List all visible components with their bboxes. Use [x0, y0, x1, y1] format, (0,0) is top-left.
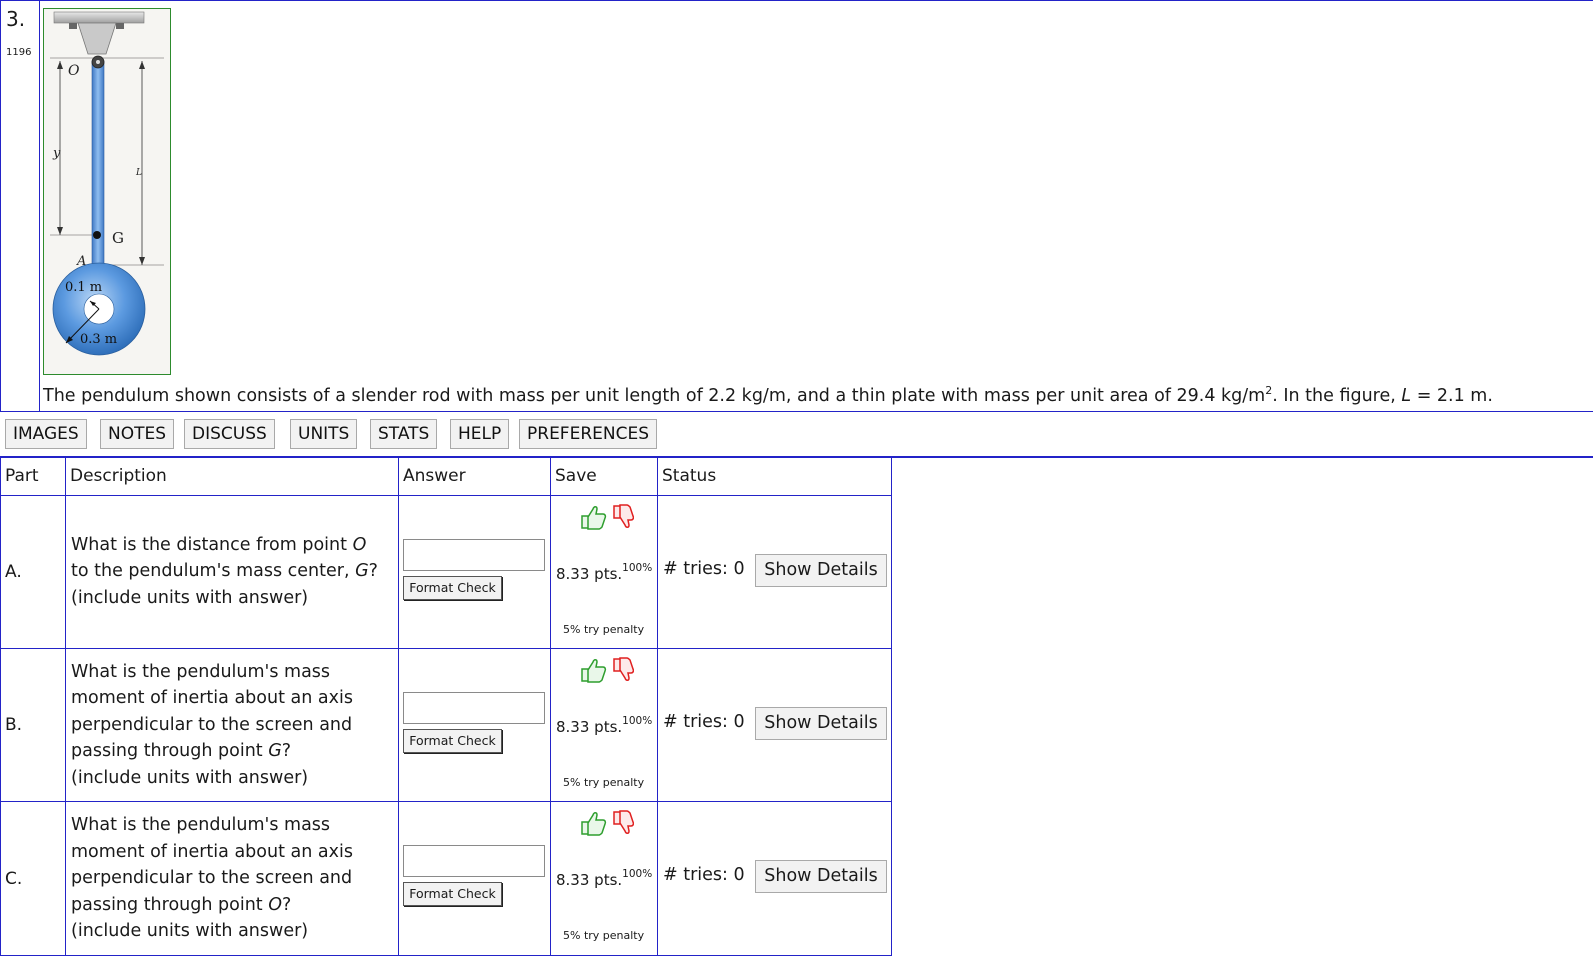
answer-cell: Format Check	[398, 801, 551, 956]
question-description: What is the pendulum's mass moment of in…	[65, 647, 399, 803]
format-check-button[interactable]: Format Check	[403, 728, 502, 753]
tries-count: # tries: 0	[663, 865, 745, 886]
problem-statement: The pendulum shown consists of a slender…	[43, 384, 1493, 406]
status-cell: # tries: 0 Show Details	[657, 647, 892, 803]
thumbs-feedback-icon[interactable]	[578, 502, 634, 532]
points-value: 8.33 pts.100%	[556, 561, 653, 583]
units-button[interactable]: UNITS	[290, 419, 358, 449]
table-row: A. What is the distance from point O to …	[0, 494, 892, 649]
part-label: A.	[0, 494, 66, 649]
answer-input[interactable]	[403, 845, 545, 878]
format-check-button[interactable]: Format Check	[403, 882, 502, 907]
question-table: Part Description Answer Save Status A. W…	[0, 457, 892, 956]
thumbs-down-icon	[613, 810, 634, 835]
thumbs-down-icon	[613, 656, 634, 681]
points-value: 8.33 pts.100%	[556, 714, 653, 736]
header-status: Status	[657, 457, 892, 496]
try-penalty: 5% try penalty	[563, 929, 645, 943]
stats-button[interactable]: STATS	[370, 419, 438, 449]
thumbs-down-icon	[613, 504, 634, 528]
answer-cell: Format Check	[398, 647, 551, 803]
help-button[interactable]: HELP	[450, 419, 510, 449]
pin-bracket	[77, 22, 117, 55]
label-A: A	[76, 254, 86, 269]
points-value: 8.33 pts.100%	[556, 868, 653, 890]
table-row: C. What is the pendulum's mass moment of…	[0, 801, 892, 956]
save-cell: 8.33 pts.100% 5% try penalty	[550, 494, 658, 649]
header-save: Save	[550, 457, 658, 496]
save-cell: 8.33 pts.100% 5% try penalty	[550, 801, 658, 956]
show-details-button[interactable]: Show Details	[755, 553, 887, 587]
problem-number-cell: 3. 1196	[0, 1, 40, 411]
images-button[interactable]: IMAGES	[5, 419, 87, 449]
label-L: L	[135, 168, 142, 178]
table-header-row: Part Description Answer Save Status	[0, 457, 892, 496]
label-y: y	[52, 146, 61, 161]
part-label: C.	[0, 801, 66, 956]
tries-count: # tries: 0	[663, 711, 745, 732]
discuss-button[interactable]: DISCUSS	[184, 419, 275, 449]
question-description: What is the pendulum's mass moment of in…	[65, 801, 399, 956]
mass-center-dot	[93, 231, 101, 239]
tries-count: # tries: 0	[663, 558, 745, 579]
try-penalty: 5% try penalty	[563, 775, 645, 789]
ceiling-support	[53, 11, 145, 24]
answer-cell: Format Check	[398, 494, 551, 649]
label-G: G	[112, 229, 124, 247]
problem-number: 3.	[6, 7, 26, 31]
thumbs-up-icon	[581, 505, 607, 530]
thumbs-up-icon	[581, 658, 607, 683]
show-details-button[interactable]: Show Details	[755, 706, 887, 740]
header-description: Description	[65, 457, 399, 496]
pendulum-diagram: O y L G A 0.1 m 0.3 m	[50, 11, 164, 356]
label-O: O	[68, 63, 80, 79]
thumbs-feedback-icon[interactable]	[578, 808, 634, 838]
answer-input[interactable]	[403, 691, 545, 724]
problem-toolbar: IMAGES NOTES DISCUSS UNITS STATS HELP PR…	[0, 411, 1593, 458]
pendulum-figure: O y L G A 0.1 m 0.3 m	[43, 8, 171, 375]
label-inner-radius: 0.1 m	[65, 280, 102, 295]
label-outer-radius: 0.3 m	[80, 332, 117, 347]
problem-block: 3. 1196 O y L G A 0.1 m 0.3 m The pendul…	[0, 0, 1593, 411]
header-answer: Answer	[398, 457, 551, 496]
format-check-button[interactable]: Format Check	[403, 575, 502, 600]
preferences-button[interactable]: PREFERENCES	[519, 419, 657, 449]
table-row: B. What is the pendulum's mass moment of…	[0, 647, 892, 803]
problem-id: 1196	[6, 47, 32, 58]
status-cell: # tries: 0 Show Details	[657, 801, 892, 956]
show-details-button[interactable]: Show Details	[755, 860, 887, 894]
thumbs-feedback-icon[interactable]	[578, 655, 634, 685]
thumbs-up-icon	[581, 812, 607, 837]
part-label: B.	[0, 647, 66, 803]
try-penalty: 5% try penalty	[563, 622, 645, 636]
question-description: What is the distance from point O to the…	[65, 494, 399, 649]
notes-button[interactable]: NOTES	[100, 419, 175, 449]
save-cell: 8.33 pts.100% 5% try penalty	[550, 647, 658, 803]
slender-rod	[91, 60, 105, 277]
status-cell: # tries: 0 Show Details	[657, 494, 892, 649]
answer-input[interactable]	[403, 538, 545, 571]
header-part: Part	[0, 457, 66, 496]
